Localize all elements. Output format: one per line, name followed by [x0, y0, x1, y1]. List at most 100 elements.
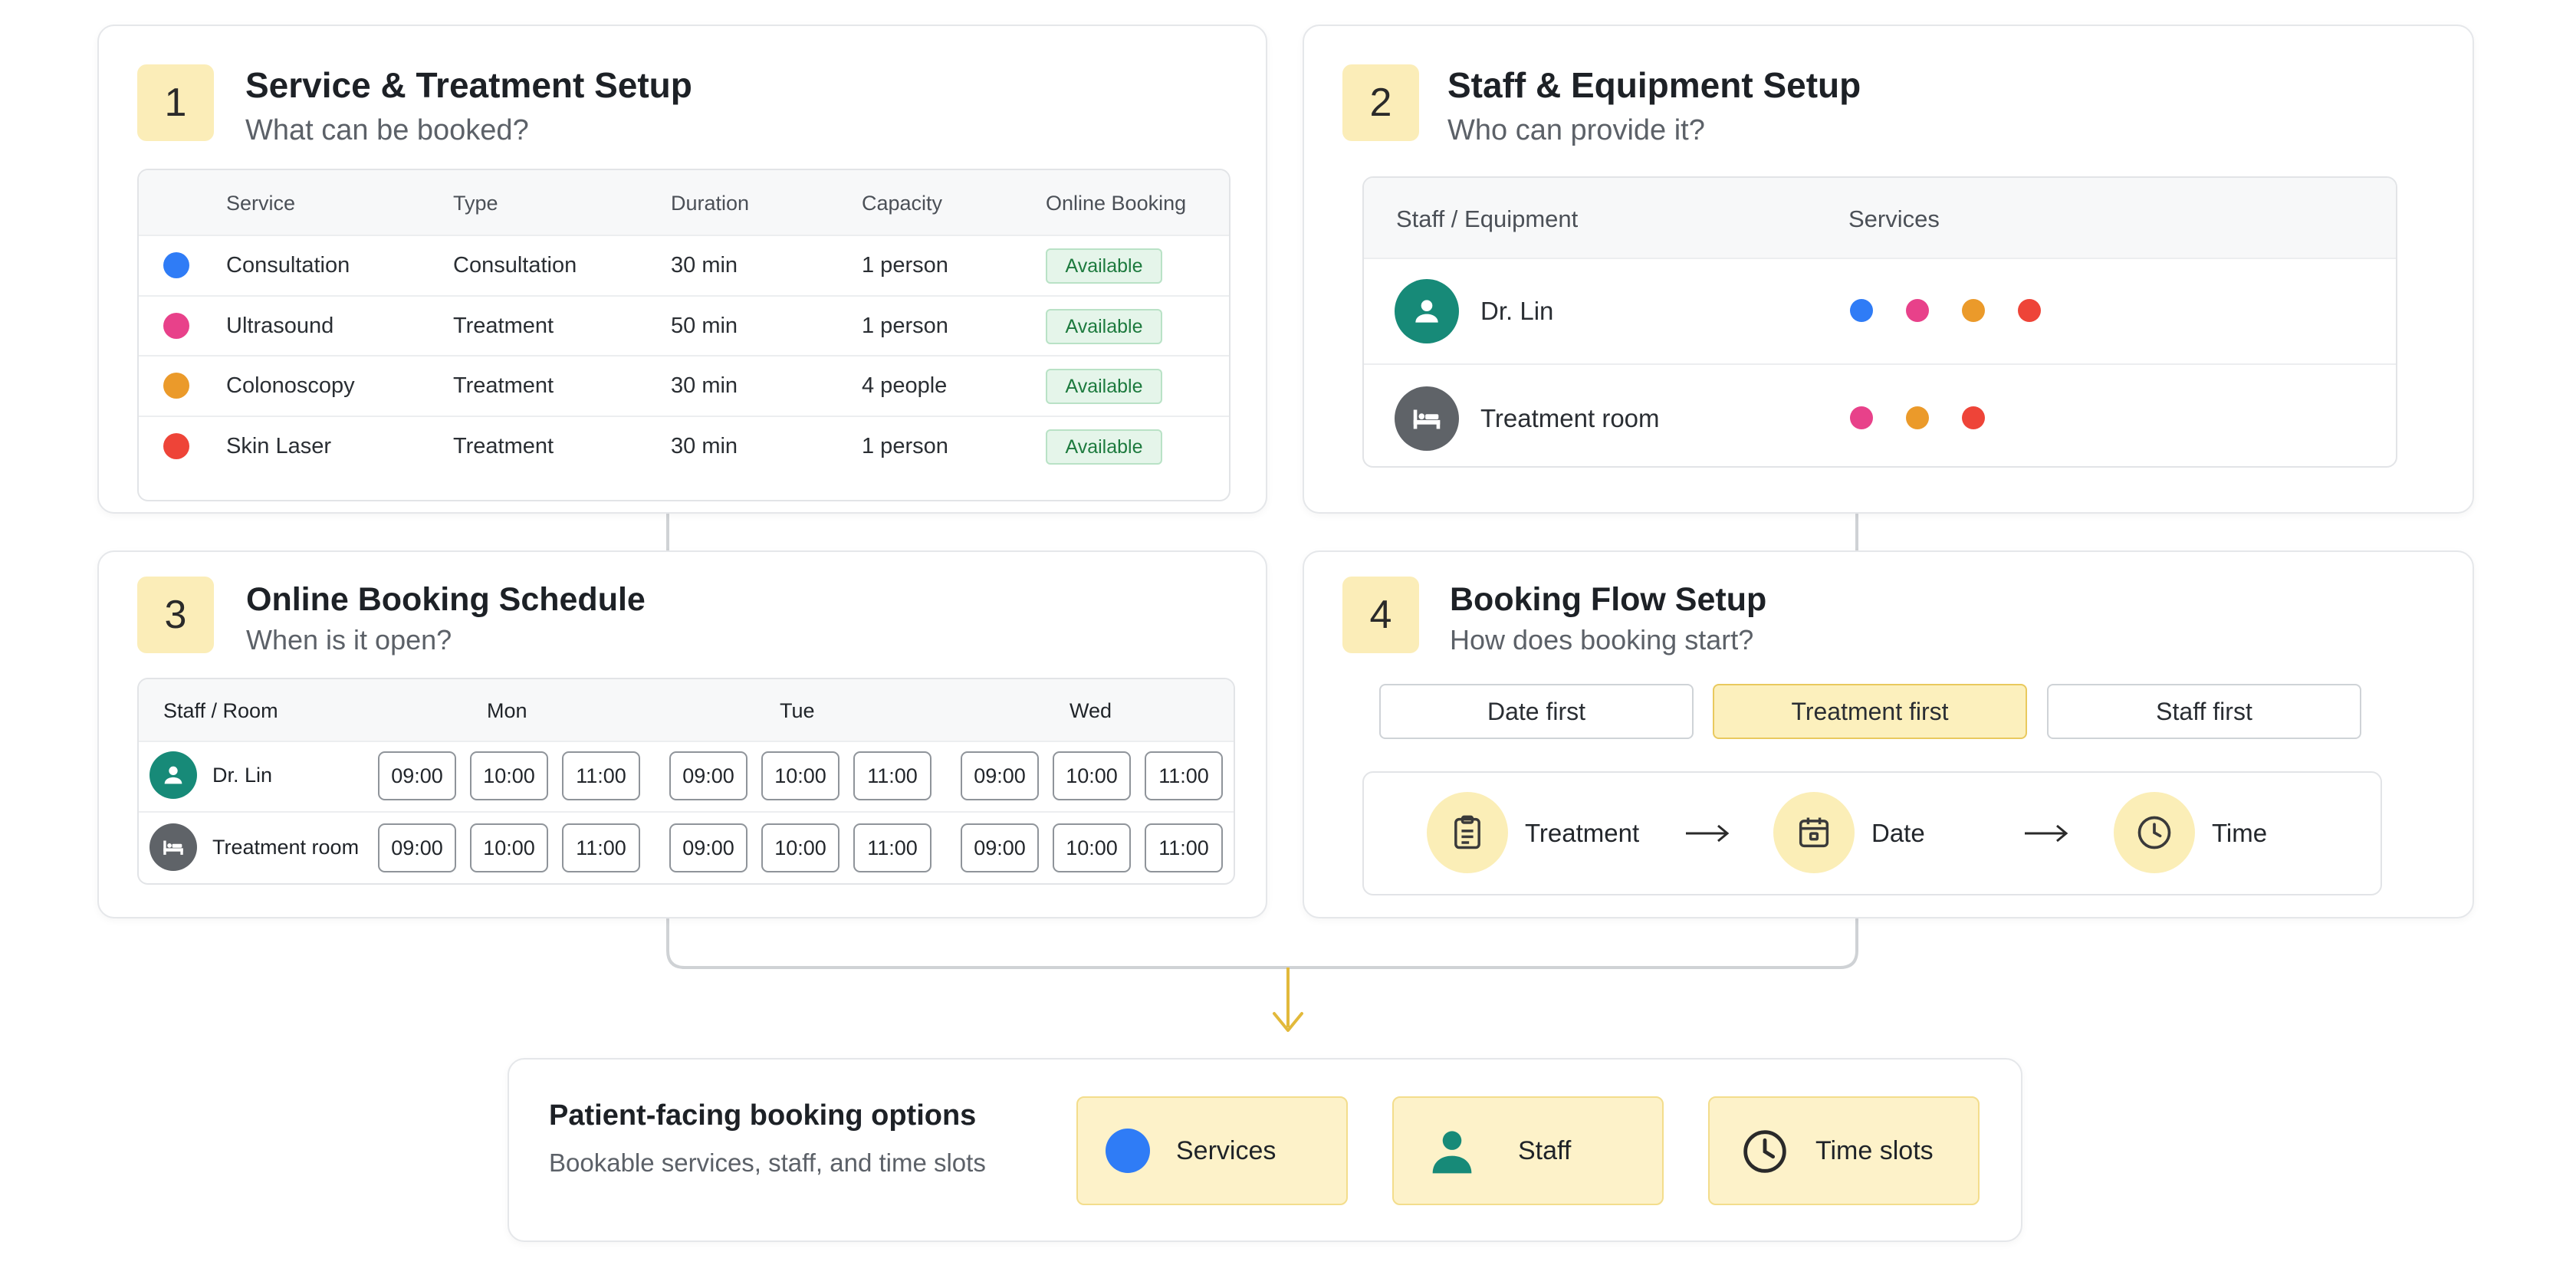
calendar-icon — [1773, 792, 1855, 873]
table-cell-capacity: 1 person — [862, 253, 948, 278]
service-color-dot — [1962, 406, 1985, 429]
column-header-duration: Duration — [671, 192, 750, 215]
option-label: Staff — [1518, 1136, 1572, 1165]
service-color-dot — [1906, 406, 1929, 429]
time-slot[interactable]: 10:00 — [470, 823, 548, 872]
flow-step-label: Time — [2212, 819, 2268, 847]
time-slot[interactable]: 09:00 — [378, 751, 456, 800]
service-color-dot — [1906, 299, 1929, 322]
card-subtitle: Who can provide it? — [1447, 114, 1705, 146]
status-badge: Available — [1046, 429, 1162, 465]
time-slot[interactable]: 11:00 — [1145, 823, 1223, 872]
step-number: 3 — [137, 577, 214, 653]
time-slot[interactable]: 11:00 — [853, 823, 932, 872]
option-date-first[interactable]: Date first — [1379, 684, 1694, 739]
table-cell-duration: 30 min — [671, 373, 738, 398]
time-slot[interactable]: 09:00 — [961, 823, 1039, 872]
option-services[interactable]: Services — [1076, 1096, 1348, 1205]
card-title: Staff & Equipment Setup — [1447, 65, 1861, 105]
time-slot[interactable]: 10:00 — [761, 751, 840, 800]
time-slot[interactable]: 10:00 — [1053, 751, 1131, 800]
column-header-services: Services — [1848, 205, 1940, 232]
clock-icon — [2114, 792, 2195, 873]
option-label: Time slots — [1815, 1136, 1934, 1165]
card-title: Online Booking Schedule — [246, 581, 646, 618]
table-cell-capacity: 1 person — [862, 434, 948, 458]
row-label: Treatment room — [212, 836, 360, 859]
column-header-online-booking: Online Booking — [1046, 192, 1187, 215]
option-time-slots[interactable]: Time slots — [1708, 1096, 1980, 1205]
card-subtitle: How does booking start? — [1450, 624, 1754, 656]
result-title: Patient-facing booking options — [549, 1099, 977, 1132]
bed-icon — [1395, 386, 1459, 451]
staff-name: Treatment room — [1480, 404, 1660, 432]
table-cell-capacity: 4 people — [862, 373, 948, 398]
card-booking-flow: 4 Booking Flow Setup How does booking st… — [1303, 550, 2474, 918]
option-staff[interactable]: Staff — [1392, 1096, 1664, 1205]
arrow-right-icon — [1686, 824, 1730, 843]
step-number: 2 — [1342, 64, 1419, 141]
option-label: Services — [1176, 1136, 1276, 1165]
time-slot[interactable]: 10:00 — [761, 823, 840, 872]
step-number: 4 — [1342, 577, 1419, 653]
person-icon — [150, 751, 197, 799]
flow-step-label: Treatment — [1525, 819, 1640, 847]
person-icon — [1432, 1131, 1472, 1174]
table-cell-service: Consultation — [226, 253, 350, 278]
time-slot[interactable]: 11:00 — [562, 823, 640, 872]
service-color-dot — [1850, 406, 1873, 429]
person-icon — [1395, 279, 1459, 343]
time-slot[interactable]: 11:00 — [562, 751, 640, 800]
card-title: Booking Flow Setup — [1450, 581, 1767, 618]
column-header-staff-room: Staff / Room — [163, 699, 278, 722]
clock-icon — [1743, 1130, 1786, 1173]
service-color-dot — [163, 433, 189, 459]
option-treatment-first[interactable]: Treatment first — [1713, 684, 2027, 739]
service-color-dot — [1962, 299, 1985, 322]
status-badge: Available — [1046, 369, 1162, 404]
staff-table: Staff / Equipment Services Dr. Lin Treat… — [1362, 176, 2397, 468]
column-header-capacity: Capacity — [862, 192, 943, 215]
table-cell-capacity: 1 person — [862, 314, 948, 338]
card-service-setup: 1 Service & Treatment Setup What can be … — [97, 25, 1267, 514]
card-subtitle: What can be booked? — [245, 114, 529, 146]
time-slot[interactable]: 09:00 — [669, 751, 748, 800]
time-slot[interactable]: 11:00 — [1145, 751, 1223, 800]
option-staff-first[interactable]: Staff first — [2047, 684, 2361, 739]
flow-steps-panel: Treatment Date Time — [1362, 771, 2382, 895]
card-subtitle: When is it open? — [246, 624, 452, 656]
schedule-table: Staff / Room Mon Tue Wed Dr. Lin 09:00 1… — [137, 678, 1235, 885]
table-cell-type: Treatment — [453, 434, 554, 458]
status-badge: Available — [1046, 309, 1162, 344]
time-slot[interactable]: 09:00 — [669, 823, 748, 872]
service-color-dot — [163, 313, 189, 339]
bed-icon — [150, 823, 197, 871]
card-patient-booking-options: Patient-facing booking options Bookable … — [508, 1058, 2022, 1242]
table-cell-type: Treatment — [453, 373, 554, 398]
service-color-dot — [2018, 299, 2041, 322]
flow-step-label: Date — [1871, 819, 1925, 847]
time-slot[interactable]: 10:00 — [470, 751, 548, 800]
column-header-type: Type — [453, 192, 498, 215]
table-cell-service: Colonoscopy — [226, 373, 355, 398]
table-cell-service: Ultrasound — [226, 314, 334, 338]
time-slot[interactable]: 09:00 — [378, 823, 456, 872]
status-badge: Available — [1046, 248, 1162, 284]
table-cell-type: Consultation — [453, 253, 577, 278]
column-header-day: Tue — [780, 699, 815, 722]
clipboard-icon — [1427, 792, 1508, 873]
row-label: Dr. Lin — [212, 764, 273, 787]
service-color-dot — [163, 373, 189, 399]
time-slot[interactable]: 11:00 — [853, 751, 932, 800]
result-subtitle: Bookable services, staff, and time slots — [549, 1148, 986, 1177]
arrow-right-icon — [2025, 824, 2068, 843]
column-header-day: Mon — [487, 699, 527, 722]
time-slot[interactable]: 10:00 — [1053, 823, 1131, 872]
blue-dot-icon — [1106, 1129, 1150, 1173]
table-cell-type: Treatment — [453, 314, 554, 338]
step-number: 1 — [137, 64, 214, 141]
service-color-dot — [1850, 299, 1873, 322]
time-slot[interactable]: 09:00 — [961, 751, 1039, 800]
card-title: Service & Treatment Setup — [245, 65, 692, 105]
column-header-staff: Staff / Equipment — [1396, 205, 1579, 232]
